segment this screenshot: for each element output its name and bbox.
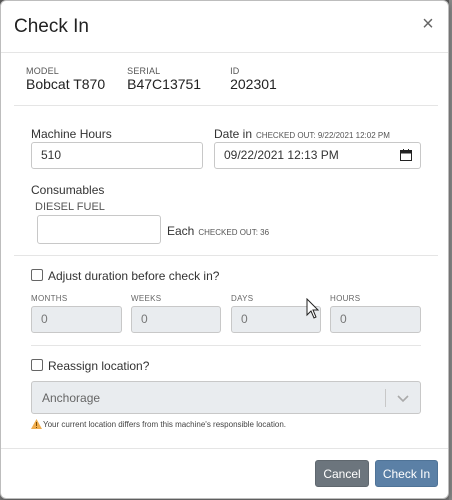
months-label: MONTHS [31, 294, 68, 303]
date-in-input[interactable]: 09/22/2021 12:13 PM [214, 142, 421, 169]
checked-out-date: CHECKED OUT: 9/22/2021 12:02 PM [256, 131, 390, 140]
id-label: ID [230, 66, 240, 76]
select-divider [385, 389, 386, 407]
serial-label: SERIAL [127, 66, 161, 76]
machine-info: MODEL Bobcat T870 SERIAL B47C13751 ID 20… [26, 66, 299, 93]
warning-icon [31, 419, 42, 429]
divider [14, 255, 438, 256]
consumable-item-name: DIESEL FUEL [35, 201, 105, 213]
hours-label: HOURS [330, 294, 361, 303]
model-value: Bobcat T870 [26, 76, 106, 92]
close-button[interactable]: × [419, 13, 437, 35]
reassign-location-checkbox[interactable] [31, 359, 43, 371]
calendar-icon[interactable] [400, 149, 412, 161]
location-warning-text: Your current location differs from this … [43, 419, 286, 429]
consumable-quantity-input[interactable] [37, 215, 161, 244]
id-value: 202301 [230, 76, 277, 92]
date-in-label-group: Date in CHECKED OUT: 9/22/2021 12:02 PM [214, 127, 390, 141]
weeks-input[interactable]: 0 [131, 306, 221, 333]
dialog-header: Check In × [1, 1, 448, 53]
model-info: MODEL Bobcat T870 [26, 66, 106, 93]
hours-input[interactable]: 0 [330, 306, 421, 333]
adjust-duration-label[interactable]: Adjust duration before check in? [48, 269, 219, 283]
location-select[interactable]: Anchorage [31, 381, 421, 414]
weeks-label: WEEKS [131, 294, 162, 303]
machine-hours-label: Machine Hours [31, 127, 112, 141]
cancel-button[interactable]: Cancel [315, 460, 369, 487]
adjust-duration-checkbox[interactable] [31, 269, 43, 281]
check-in-button[interactable]: Check In [375, 460, 438, 487]
each-label-group: Each CHECKED OUT: 36 [167, 224, 269, 238]
id-info: ID 202301 [230, 66, 277, 93]
dialog-title: Check In [14, 16, 89, 37]
mouse-cursor-icon [306, 298, 320, 319]
location-warning: Your current location differs from this … [31, 419, 286, 429]
reassign-location-label[interactable]: Reassign location? [48, 359, 149, 373]
footer-divider [1, 448, 448, 449]
divider [14, 105, 438, 106]
location-selected-value: Anchorage [42, 391, 101, 405]
days-label: DAYS [231, 294, 254, 303]
model-label: MODEL [26, 66, 60, 76]
divider [31, 345, 421, 346]
date-in-value: 09/22/2021 12:13 PM [224, 148, 339, 162]
date-in-label: Date in [214, 127, 253, 141]
consumables-label: Consumables [31, 183, 105, 197]
serial-info: SERIAL B47C13751 [127, 66, 202, 93]
months-input[interactable]: 0 [31, 306, 122, 333]
checked-out-quantity: CHECKED OUT: 36 [198, 228, 270, 237]
each-label: Each [167, 224, 195, 238]
machine-hours-input[interactable]: 510 [31, 142, 203, 169]
check-in-dialog: Check In × MODEL Bobcat T870 SERIAL B47C… [0, 0, 449, 499]
chevron-down-icon[interactable] [397, 392, 409, 404]
serial-value: B47C13751 [127, 76, 202, 92]
